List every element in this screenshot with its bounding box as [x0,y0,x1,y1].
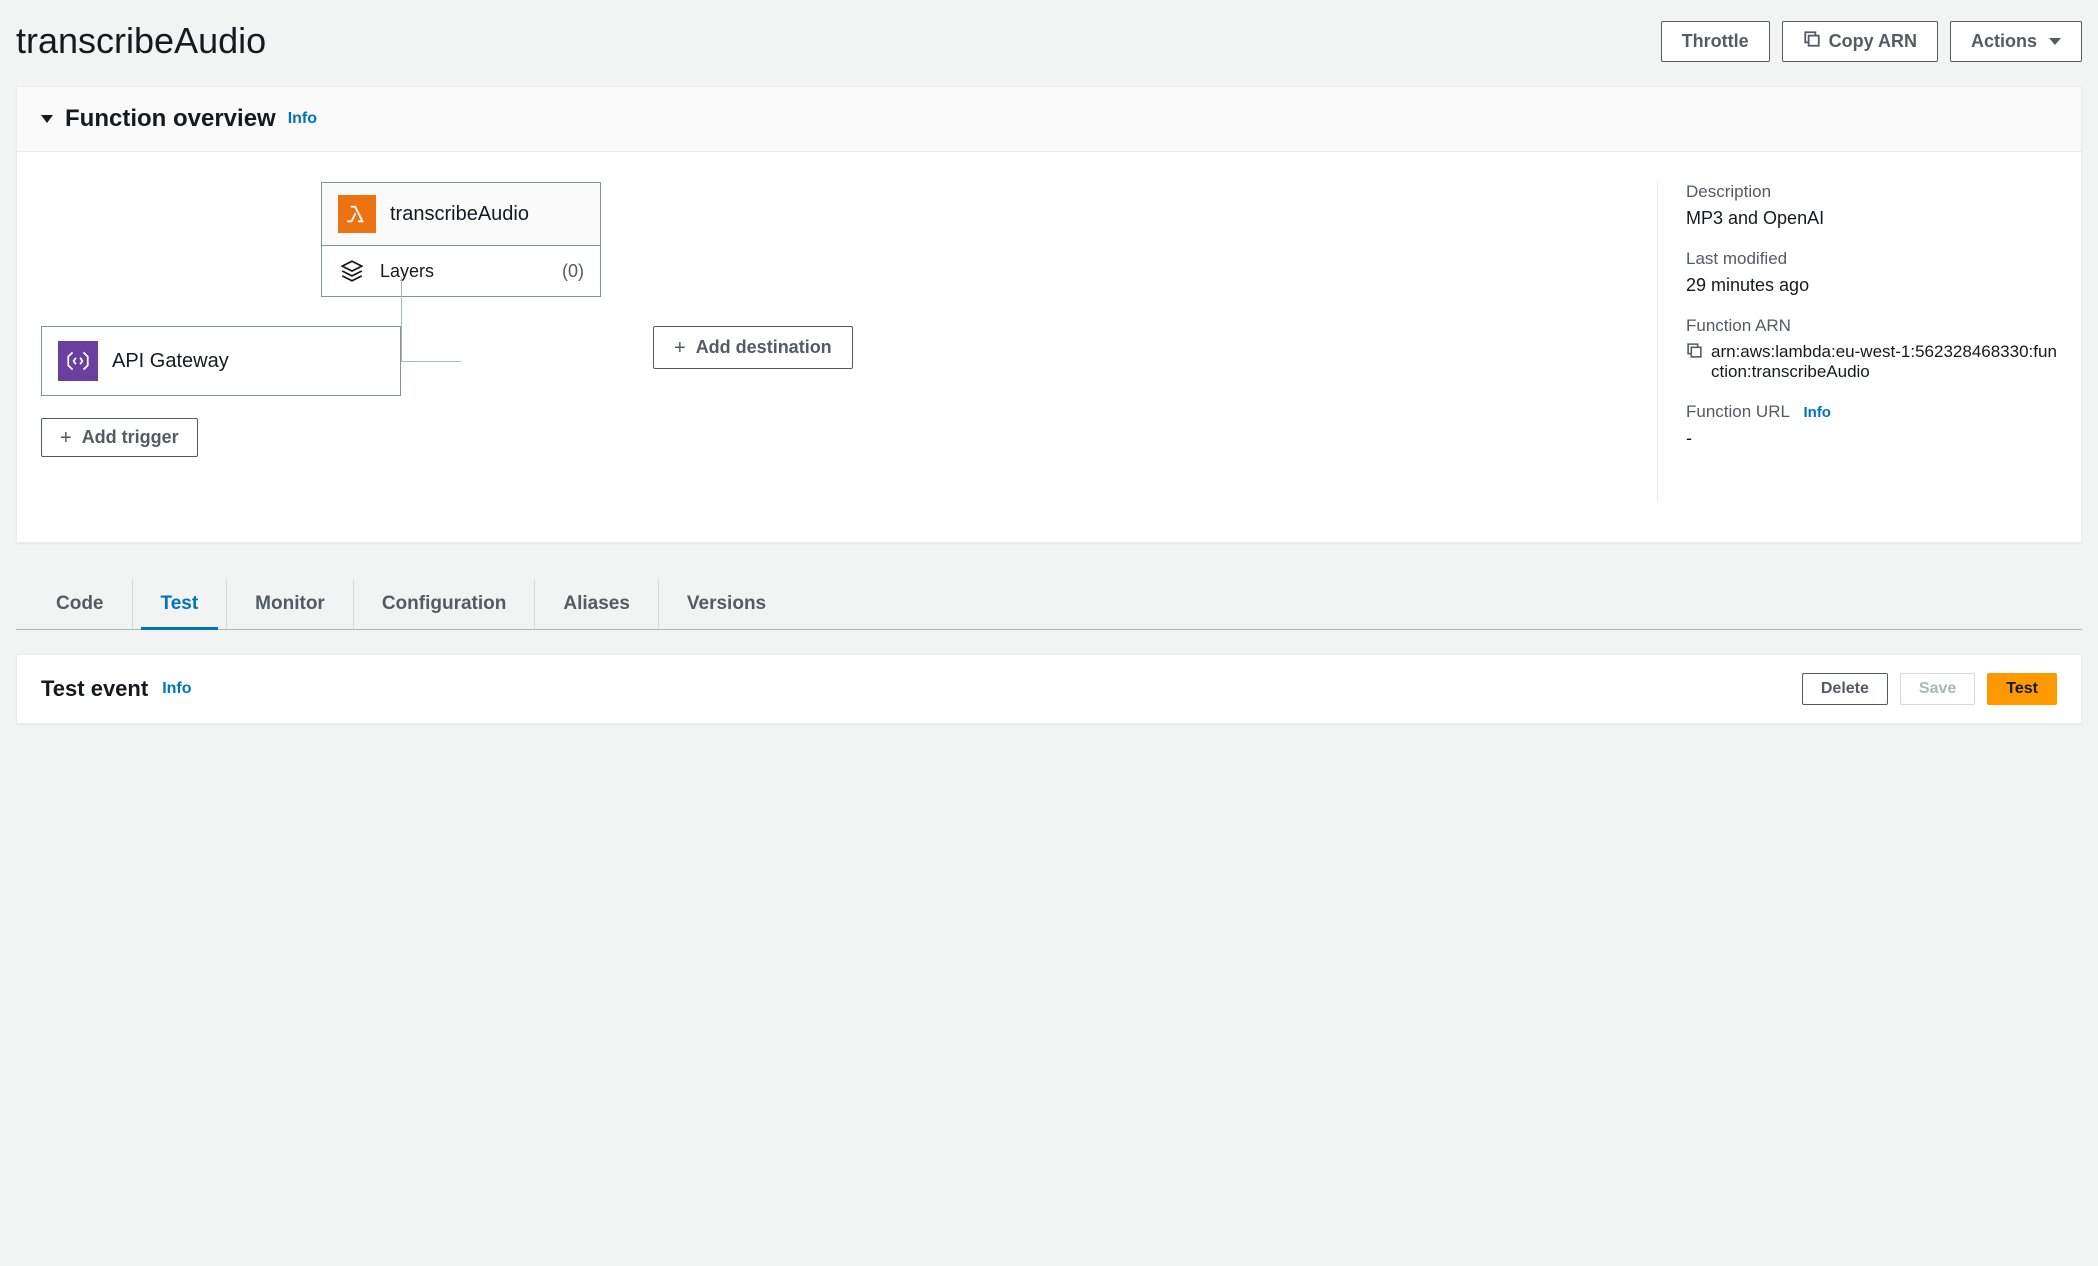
test-event-title: Test event [41,676,148,702]
plus-icon: + [674,338,686,358]
tab-code[interactable]: Code [28,579,133,629]
overview-info-link[interactable]: Info [288,110,317,128]
actions-button[interactable]: Actions [1950,21,2082,62]
test-event-panel: Test event Info Delete Save Test [16,654,2082,724]
tabs: Code Test Monitor Configuration Aliases … [16,579,2082,630]
last-modified-value: 29 minutes ago [1686,275,2057,296]
tab-test[interactable]: Test [133,579,228,629]
layers-icon [338,258,366,284]
throttle-button[interactable]: Throttle [1661,21,1770,62]
add-trigger-label: Add trigger [82,427,179,448]
tab-monitor[interactable]: Monitor [227,579,354,629]
add-destination-label: Add destination [696,337,832,358]
collapse-caret-icon[interactable] [41,115,53,123]
function-url-label: Function URL Info [1686,402,2057,422]
copy-arn-button[interactable]: Copy ARN [1782,21,1938,62]
page-title: transcribeAudio [16,20,266,62]
overview-meta: Description MP3 and OpenAI Last modified… [1657,182,2057,502]
connector-line [401,277,461,362]
add-destination-button[interactable]: + Add destination [653,326,853,369]
copy-icon [1803,30,1821,53]
copy-arn-label: Copy ARN [1829,31,1917,52]
plus-icon: + [60,428,72,448]
last-modified-label: Last modified [1686,249,2057,269]
actions-label: Actions [1971,31,2037,52]
save-button[interactable]: Save [1900,673,1975,705]
function-arn-label: Function ARN [1686,316,2057,336]
delete-button[interactable]: Delete [1802,673,1888,705]
function-url-label-text: Function URL [1686,402,1789,421]
function-overview-panel: Function overview Info transcribeAudio [16,86,2082,543]
caret-down-icon [2049,38,2061,45]
copy-arn-icon[interactable] [1686,342,1703,362]
test-button[interactable]: Test [1987,673,2057,705]
function-arn-value: arn:aws:lambda:eu-west-1:562328468330:fu… [1711,342,2057,382]
tab-configuration[interactable]: Configuration [354,579,536,629]
function-url-value: - [1686,428,2057,449]
overview-title: Function overview [65,105,276,133]
description-value: MP3 and OpenAI [1686,208,2057,229]
add-trigger-button[interactable]: + Add trigger [41,418,198,457]
layers-row[interactable]: Layers (0) [322,246,600,296]
tab-aliases[interactable]: Aliases [535,579,659,629]
description-label: Description [1686,182,2057,202]
test-event-info-link[interactable]: Info [162,680,191,698]
diagram-area: transcribeAudio Layers (0) A [41,182,1633,502]
lambda-name: transcribeAudio [390,203,529,226]
trigger-label: API Gateway [112,350,229,373]
api-gateway-icon [58,341,98,381]
lambda-icon [338,195,376,233]
layers-count: (0) [562,261,584,282]
trigger-api-gateway[interactable]: API Gateway [41,326,401,396]
function-url-info-link[interactable]: Info [1803,404,1831,421]
lambda-function-box[interactable]: transcribeAudio Layers (0) [321,182,601,297]
tab-versions[interactable]: Versions [659,579,794,629]
overview-header: Function overview Info [17,87,2081,152]
header-actions: Throttle Copy ARN Actions [1661,21,2082,62]
